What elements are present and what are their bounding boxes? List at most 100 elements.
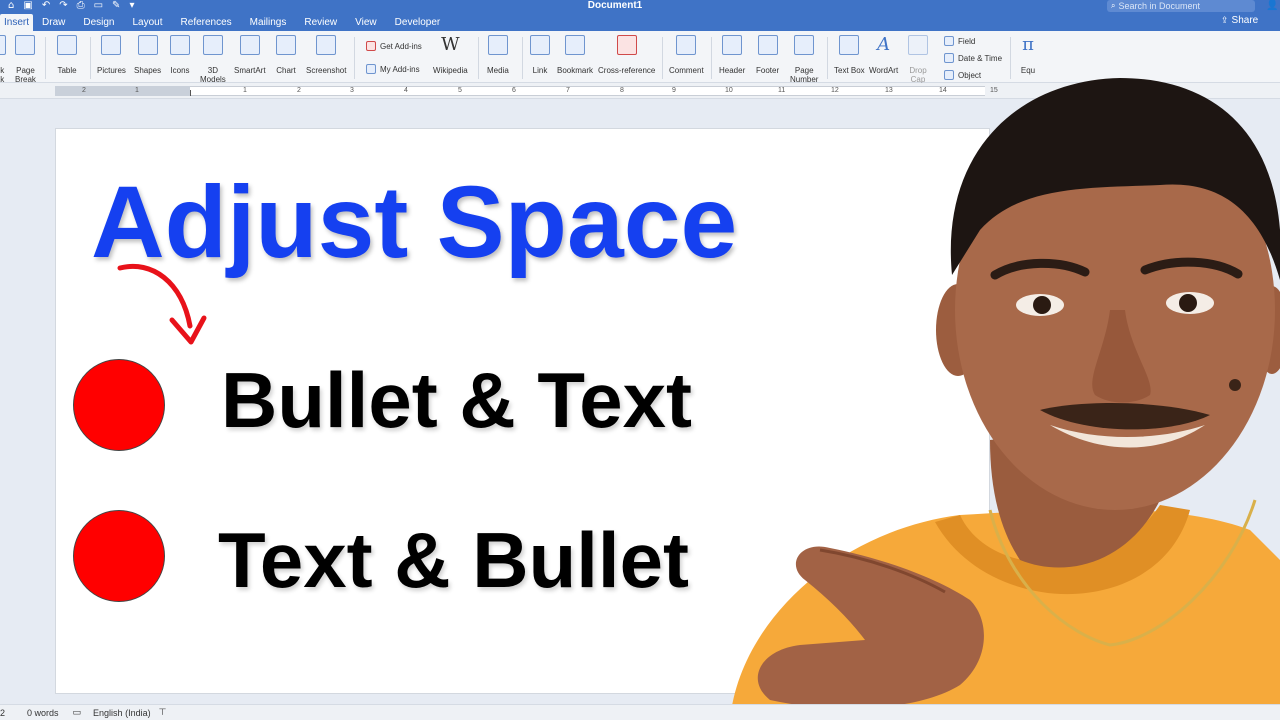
ribbon-separator [90,37,91,79]
smartart-button[interactable]: SmartArt [234,35,266,75]
footer-icon [757,35,778,55]
page-break-label: Page [16,66,35,75]
icons-icon [170,35,190,55]
field-label: Field [958,36,976,46]
tab-references[interactable]: References [172,14,241,31]
cross-reference-button[interactable]: Cross-reference [598,35,655,75]
my-addins-button[interactable]: My Add-ins [366,64,420,74]
blank-page-icon [0,35,6,55]
screenshot-icon [316,35,337,55]
table-label: Table [57,66,77,75]
bookmark-label: Bookmark [557,66,594,75]
ruler-number: 1 [135,87,139,94]
ruler-number: 6 [512,87,516,94]
tab-view[interactable]: View [346,14,386,31]
share-label: Share [1231,15,1259,26]
shapes-label: Shapes [134,66,162,75]
account-icon[interactable]: 👤 [1266,0,1278,12]
icons-button[interactable]: Icons [170,35,190,75]
wikipedia-label: Wikipedia [433,66,468,75]
field-icon [944,36,954,46]
language-indicator[interactable]: English (India) [93,708,151,718]
text-box-icon [839,35,860,55]
blank-page-button[interactable]: okak [0,35,6,84]
cross-reference-icon [616,35,637,55]
chart-icon [276,35,296,55]
bullet-text-1: Bullet & Text [221,356,692,444]
bullet-text-2: Text & Bullet [218,516,689,604]
chart-button[interactable]: Chart [276,35,296,75]
screenshot-button[interactable]: Screenshot [306,35,346,75]
pictures-icon [101,35,122,55]
ribbon-separator [522,37,523,79]
header-icon [722,35,743,55]
wordart-icon: A [877,34,891,55]
bullet-dot-1 [73,359,165,451]
pi-icon: π [1022,34,1034,55]
shapes-icon [137,35,158,55]
ruler-number: 3 [350,87,354,94]
blank-page-label: ok [0,66,5,75]
bookmark-button[interactable]: Bookmark [557,35,593,75]
ruler-number: 9 [672,87,676,94]
proofing-icon[interactable]: ▭ [73,708,82,718]
tab-mailings[interactable]: Mailings [241,14,296,31]
comment-icon [676,35,697,55]
ruler-number: 7 [566,87,570,94]
link-label: Link [532,66,548,75]
get-addins-label: Get Add-ins [380,41,422,51]
link-button[interactable]: Link [530,35,550,75]
ruler-number: 4 [404,87,408,94]
page-number-icon [794,35,815,55]
get-addins-button[interactable]: Get Add-ins [366,41,422,51]
ribbon-separator [662,37,663,79]
tab-layout[interactable]: Layout [124,14,172,31]
tab-insert[interactable]: Insert [0,14,34,31]
ruler-number: 2 [82,87,86,94]
link-icon [530,35,550,55]
search-input[interactable]: Search in Document [1118,0,1200,12]
bookmark-icon [565,35,585,55]
media-button[interactable]: Media [487,35,509,75]
curved-arrow-icon [117,264,207,345]
shapes-button[interactable]: Shapes [134,35,161,75]
indent-marker[interactable] [190,90,191,96]
my-addins-label: My Add-ins [380,64,420,74]
ribbon-separator [478,37,479,79]
ruler-number: 1 [243,87,247,94]
3d-models-button[interactable]: 3D Models [200,35,226,84]
screenshot-label: Screenshot [306,66,347,75]
share-button[interactable]: ⇪ Share [1221,14,1258,28]
wikipedia-icon: W [441,34,460,55]
media-icon [487,35,508,55]
ruler-number: 8 [620,87,624,94]
accessibility-icon[interactable]: ⊤ [159,708,167,718]
tab-draw[interactable]: Draw [33,14,74,31]
cube-icon [202,35,223,55]
search-document-box[interactable]: ⌕ Search in Document [1107,0,1255,12]
cross-reference-label: Cross-reference [598,66,656,75]
presenter-photo [730,78,1280,720]
ruler-margin [55,86,190,96]
smartart-icon [239,35,260,55]
table-button[interactable]: Table [57,35,77,75]
status-bar: 2 0 words ▭ English (India) ⊤ [0,704,1280,720]
share-icon: ⇪ [1221,16,1229,26]
bullet-dot-2 [73,510,165,602]
ruler-number: 2 [297,87,301,94]
pictures-button[interactable]: Pictures [97,35,126,75]
document-title: Document1 [587,0,643,11]
page-indicator[interactable]: 2 [0,708,5,718]
search-icon: ⌕ [1111,1,1116,10]
tab-developer[interactable]: Developer [386,14,450,31]
ruler-number: 5 [458,87,462,94]
icons-label: Icons [170,66,190,75]
page-break-button[interactable]: Page Break [15,35,36,84]
ribbon-separator [354,37,355,79]
3d-models-label: 3D [207,66,219,75]
wikipedia-button[interactable]: W Wikipedia [433,34,468,76]
field-button[interactable]: Field [944,36,975,46]
tab-review[interactable]: Review [295,14,346,31]
tab-design[interactable]: Design [74,14,123,31]
word-count[interactable]: 0 words [27,708,59,718]
